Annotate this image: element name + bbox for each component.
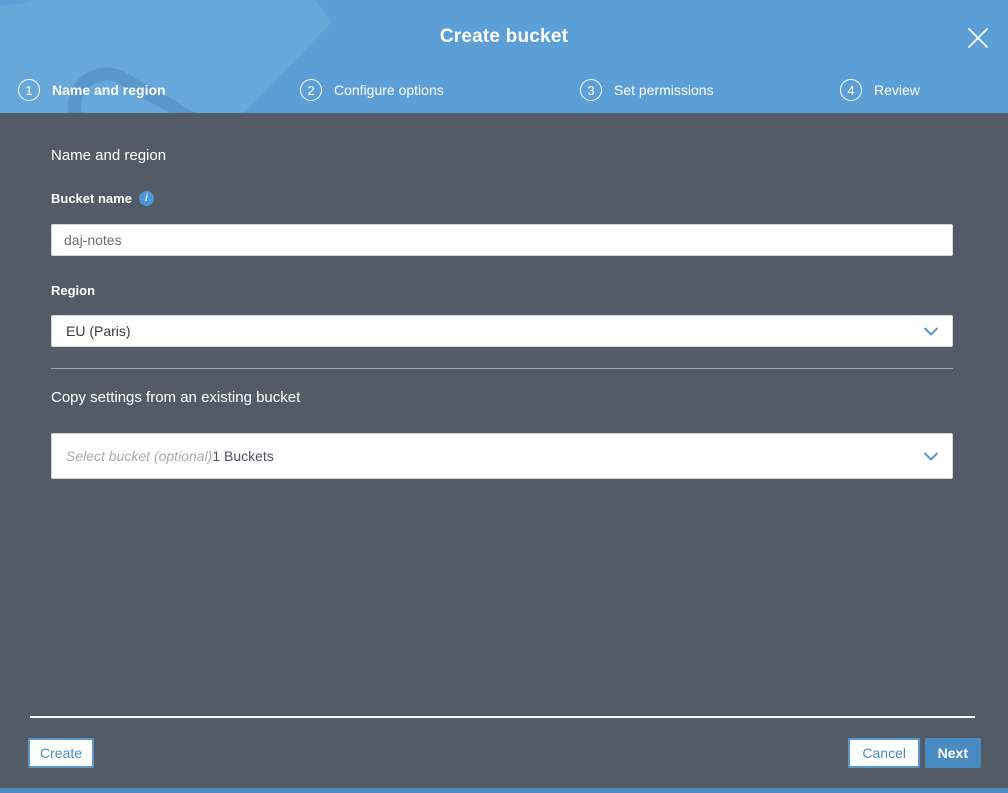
modal-body: Name and region Bucket name i Region EU … [0,113,1008,793]
region-select[interactable]: EU (Paris) [51,315,953,347]
bucket-name-label: Bucket name i [51,191,154,206]
section-divider [51,368,953,369]
step-number-badge: 4 [840,79,862,101]
step-label: Name and region [52,82,166,98]
region-select-value: EU (Paris) [66,323,131,339]
step-number-badge: 1 [18,79,40,101]
bucket-name-input[interactable] [51,224,953,256]
close-icon[interactable] [967,27,989,49]
step-number-badge: 3 [580,79,602,101]
modal-title: Create bucket [439,26,569,47]
step-number-badge: 2 [300,79,322,101]
region-label: Region [51,283,95,298]
next-button[interactable]: Next [924,738,981,768]
step-name-and-region[interactable]: 1 Name and region [18,78,166,102]
step-set-permissions[interactable]: 3 Set permissions [580,78,714,102]
copy-settings-title: Copy settings from an existing bucket [51,389,301,406]
step-review[interactable]: 4 Review [840,78,920,102]
modal-header: Create bucket 1 Name and region 2 Config… [0,0,1008,113]
bucket-select-placeholder: Select bucket (optional) [66,448,213,464]
section-title-name-and-region: Name and region [51,147,167,164]
step-label: Set permissions [614,82,714,98]
info-icon[interactable]: i [138,191,154,206]
step-label: Review [874,82,920,98]
page-background-strip [0,788,1008,793]
cancel-button[interactable]: Cancel [848,738,920,768]
step-label: Configure options [334,82,444,98]
create-button[interactable]: Create [28,738,95,768]
region-label-text: Region [51,283,96,298]
chevron-down-icon [924,327,938,336]
copy-settings-bucket-select[interactable]: Select bucket (optional) 1 Buckets [51,433,953,479]
footer-divider [30,716,975,718]
bucket-name-label-text: Bucket name [51,191,132,206]
create-bucket-modal: Create bucket 1 Name and region 2 Config… [0,0,1008,793]
bucket-select-count: 1 Buckets [212,448,274,464]
chevron-down-icon [924,452,938,461]
step-configure-options[interactable]: 2 Configure options [300,78,444,102]
